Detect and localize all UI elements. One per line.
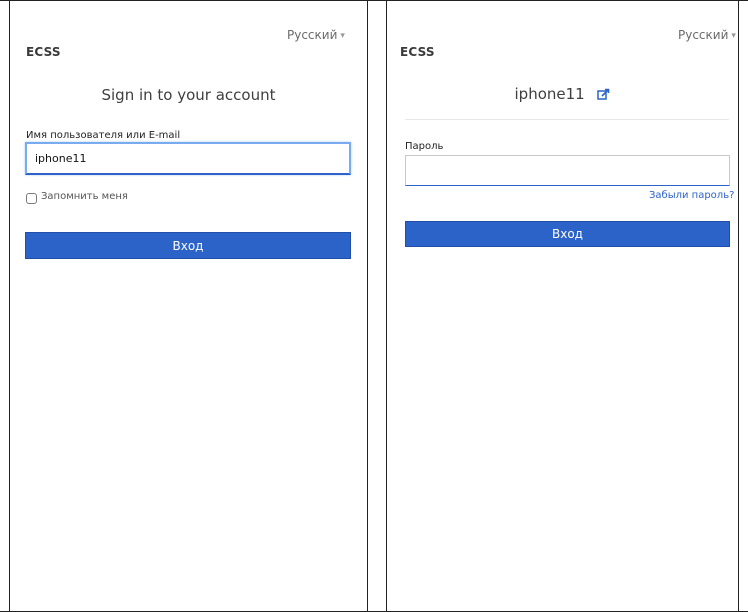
login-panel-username: Русский ▾ ECSS Sign in to your account Им… <box>10 1 367 611</box>
chevron-down-icon: ▾ <box>340 31 345 41</box>
remember-me-checkbox[interactable] <box>26 193 37 204</box>
remember-me-label[interactable]: Запомнить меня <box>41 191 128 202</box>
language-label: Русский <box>678 28 729 42</box>
forgot-password-link[interactable]: Забыли пароль? <box>649 190 734 201</box>
frame-divider-a <box>367 0 368 612</box>
brand-logo-text: ECSS <box>26 45 61 59</box>
username-label: Имя пользователя или E-mail <box>26 130 181 141</box>
page-title: Sign in to your account <box>101 86 276 104</box>
login-button[interactable]: Вход <box>405 221 730 247</box>
login-panel-password: Русский ▾ ECSS iphone11 Пароль Забыли пар… <box>387 1 738 611</box>
username-value: iphone11 <box>35 152 87 165</box>
username-display: iphone11 <box>387 85 738 103</box>
language-selector[interactable]: Русский ▾ <box>678 28 736 42</box>
language-label: Русский <box>287 28 338 42</box>
header-divider <box>405 119 729 120</box>
username-display-text: iphone11 <box>514 85 585 103</box>
frame-right-edge <box>738 0 739 612</box>
edit-icon[interactable] <box>597 88 610 100</box>
brand-logo-text: ECSS <box>400 45 435 59</box>
language-selector[interactable]: Русский ▾ <box>287 28 345 42</box>
username-input[interactable]: iphone11 <box>25 142 351 175</box>
password-input[interactable] <box>405 155 730 186</box>
chevron-down-icon: ▾ <box>731 31 736 41</box>
login-button[interactable]: Вход <box>25 232 351 259</box>
password-label: Пароль <box>405 141 444 152</box>
